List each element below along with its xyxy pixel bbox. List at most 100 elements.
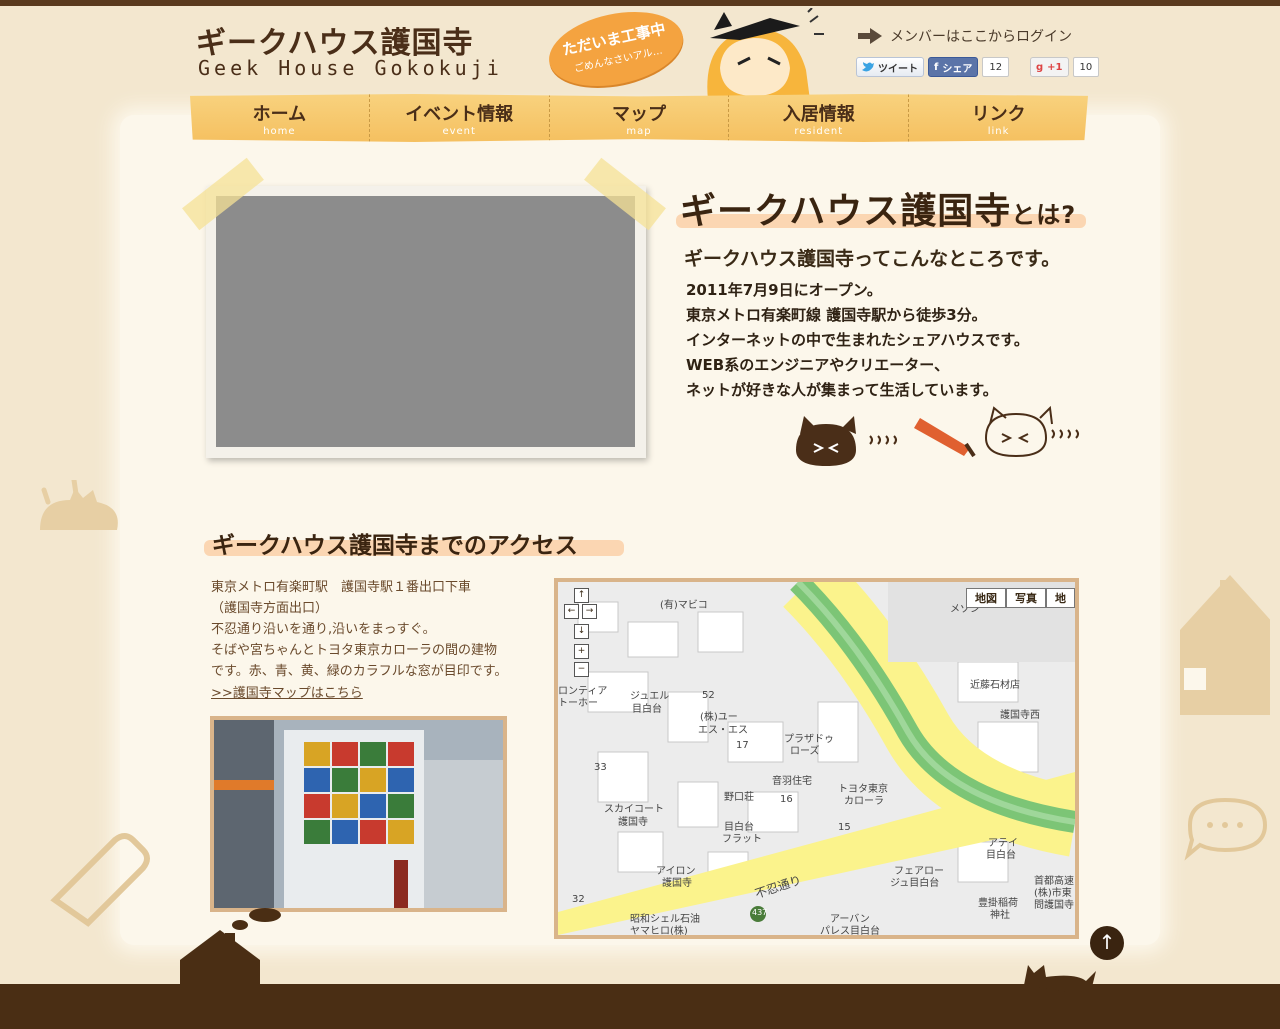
nav-sub-label: resident	[794, 126, 844, 137]
map-label: 16	[780, 794, 793, 805]
map-type-switcher: 地図 写真 地	[966, 588, 1075, 608]
map-roads	[558, 582, 1075, 935]
map-label: 音羽住宅	[772, 776, 812, 787]
map-label: ヤマヒロ(株)	[630, 926, 688, 937]
about-line: WEB系のエンジニアやクリエーター、	[686, 356, 950, 374]
back-to-top-button[interactable]: ↑	[1090, 926, 1124, 960]
nav-sub-label: event	[442, 126, 476, 137]
nav-label: マップ	[611, 104, 666, 125]
facebook-share-widget[interactable]: f シェア 12	[928, 57, 1010, 77]
map-type-photo-button[interactable]: 写真	[1006, 588, 1046, 608]
plusone-label: +1	[1047, 61, 1063, 73]
building-photo	[210, 716, 507, 912]
nav-label: イベント情報	[405, 104, 514, 125]
map-type-more-button[interactable]: 地	[1046, 588, 1075, 608]
member-login-link[interactable]: メンバーはここからログイン	[858, 26, 1072, 46]
map-label: 52	[702, 690, 715, 701]
nav-label: ホーム	[252, 104, 307, 125]
google-g-icon: g	[1036, 61, 1044, 73]
pan-down-icon[interactable]: ↓	[574, 624, 589, 639]
access-line: 不忍通り沿いを通り,沿いをまっすぐ。	[211, 622, 436, 637]
access-line: です。赤、青、黄、緑のカラフルな窓が目印です。	[211, 664, 508, 679]
nav-label: 入居情報	[782, 104, 855, 125]
tweet-label: ツイート	[878, 63, 918, 75]
map-label: ローズ	[790, 746, 820, 757]
about-title-suffix: とは?	[1011, 201, 1077, 229]
facebook-share-button[interactable]: f シェア	[928, 57, 979, 77]
share-label: シェア	[942, 63, 973, 75]
tweet-widget[interactable]: ツイート	[856, 57, 924, 77]
map-type-map-button[interactable]: 地図	[966, 588, 1006, 608]
about-description: 2011年7月9日にオープン。 東京メトロ有楽町線 護国寺駅から徒歩3分。 イン…	[686, 278, 1029, 403]
twitter-bird-icon	[862, 62, 874, 72]
login-label: メンバーはここからログイン	[890, 29, 1072, 45]
nav-sub-label: link	[987, 126, 1010, 137]
map-label: 437	[752, 908, 768, 917]
access-line: 東京メトロ有楽町駅 護国寺駅１番出口下車	[211, 580, 472, 595]
pan-right-icon[interactable]: →	[582, 604, 597, 619]
access-line: そばや宮ちゃんとトヨタ東京カローラの間の建物	[211, 643, 498, 658]
map-label: 護国寺西	[1000, 710, 1040, 721]
nav-label: リンク	[971, 104, 1026, 125]
map-label: 問護国寺	[1034, 900, 1074, 911]
top-border	[0, 0, 1280, 6]
about-line: ネットが好きな人が集まって生活しています。	[686, 381, 998, 399]
nav-item-home[interactable]: ホーム home	[190, 94, 370, 142]
main-nav: ホーム home イベント情報 event マップ map 入居情報 resid…	[190, 94, 1088, 142]
photo-frame	[206, 186, 646, 458]
nav-item-map[interactable]: マップ map	[550, 94, 730, 142]
house-silhouette-right	[1180, 575, 1270, 715]
map-label: 15	[838, 822, 851, 833]
map-label: 近藤石材店	[970, 680, 1020, 691]
about-line: 東京メトロ有楽町線 護国寺駅から徒歩3分。	[686, 306, 987, 324]
google-plus-widget[interactable]: g +1 10	[1030, 57, 1100, 77]
map-label: カローラ	[844, 796, 884, 807]
map-label: ジュ目白台	[890, 878, 940, 889]
about-title-main: ギークハウス護国寺	[680, 191, 1012, 232]
cats-illustration	[796, 405, 1079, 466]
map-label: 33	[594, 762, 607, 773]
cat-silhouette-left	[40, 480, 118, 530]
cat-silhouette-bottom	[1024, 965, 1096, 993]
under-construction-bubble: ただいま工事中 ごめんなさいアル…	[542, 0, 690, 98]
map-label: パレス目白台	[820, 926, 880, 937]
pan-up-icon[interactable]: ↑	[574, 588, 589, 603]
map-label: 17	[736, 740, 749, 751]
nav-item-link[interactable]: リンク link	[909, 94, 1088, 142]
access-line: （護国寺方面出口）	[211, 601, 329, 616]
house-photo-placeholder	[216, 196, 635, 447]
nav-item-resident[interactable]: 入居情報 resident	[729, 94, 910, 142]
tweet-button[interactable]: ツイート	[856, 57, 924, 77]
nav-sub-label: map	[626, 126, 652, 137]
about-line: 2011年7月9日にオープン。	[686, 281, 882, 299]
arrow-right-icon	[858, 28, 882, 44]
map-label: 護国寺	[618, 817, 648, 828]
map-label: (有)マビコ	[660, 600, 708, 611]
speech-icon-right	[1184, 797, 1268, 861]
map-label: 32	[572, 894, 585, 905]
map-label: エス・エス	[698, 725, 748, 736]
access-title: ギークハウス護国寺までのアクセス	[212, 533, 578, 559]
zoom-out-icon[interactable]: −	[574, 662, 589, 677]
google-map-embed[interactable]: (有)マビコ ジュエル 目白台 (株)ユー エス・エス プラザドゥ ローズ 音羽…	[554, 578, 1079, 939]
about-line: インターネットの中で生まれたシェアハウスです。	[686, 331, 1029, 349]
share-count: 12	[982, 57, 1010, 77]
plusone-count: 10	[1072, 57, 1100, 77]
map-label: 野口荘	[724, 792, 754, 803]
house-chimney-silhouette	[180, 908, 281, 990]
map-label: トーホー	[558, 698, 598, 709]
nav-item-event[interactable]: イベント情報 event	[370, 94, 550, 142]
about-subtitle: ギークハウス護国寺ってこんなところです。	[684, 248, 1061, 270]
paw-silhouette-left	[50, 833, 150, 927]
site-logo-english[interactable]: Geek House Gokokuji	[198, 56, 503, 80]
map-label: フラット	[722, 834, 762, 845]
pan-left-icon[interactable]: ←	[564, 604, 579, 619]
map-label: 神社	[990, 910, 1010, 921]
map-label: 護国寺	[662, 878, 692, 889]
building-illustration	[214, 720, 503, 908]
facebook-f-icon: f	[934, 61, 939, 73]
zoom-in-icon[interactable]: +	[574, 644, 589, 659]
gokokuji-map-link[interactable]: >>護国寺マップはこちら	[211, 682, 363, 701]
mascot-girl-illustration	[707, 8, 824, 100]
google-plusone-button[interactable]: g +1	[1030, 57, 1069, 77]
